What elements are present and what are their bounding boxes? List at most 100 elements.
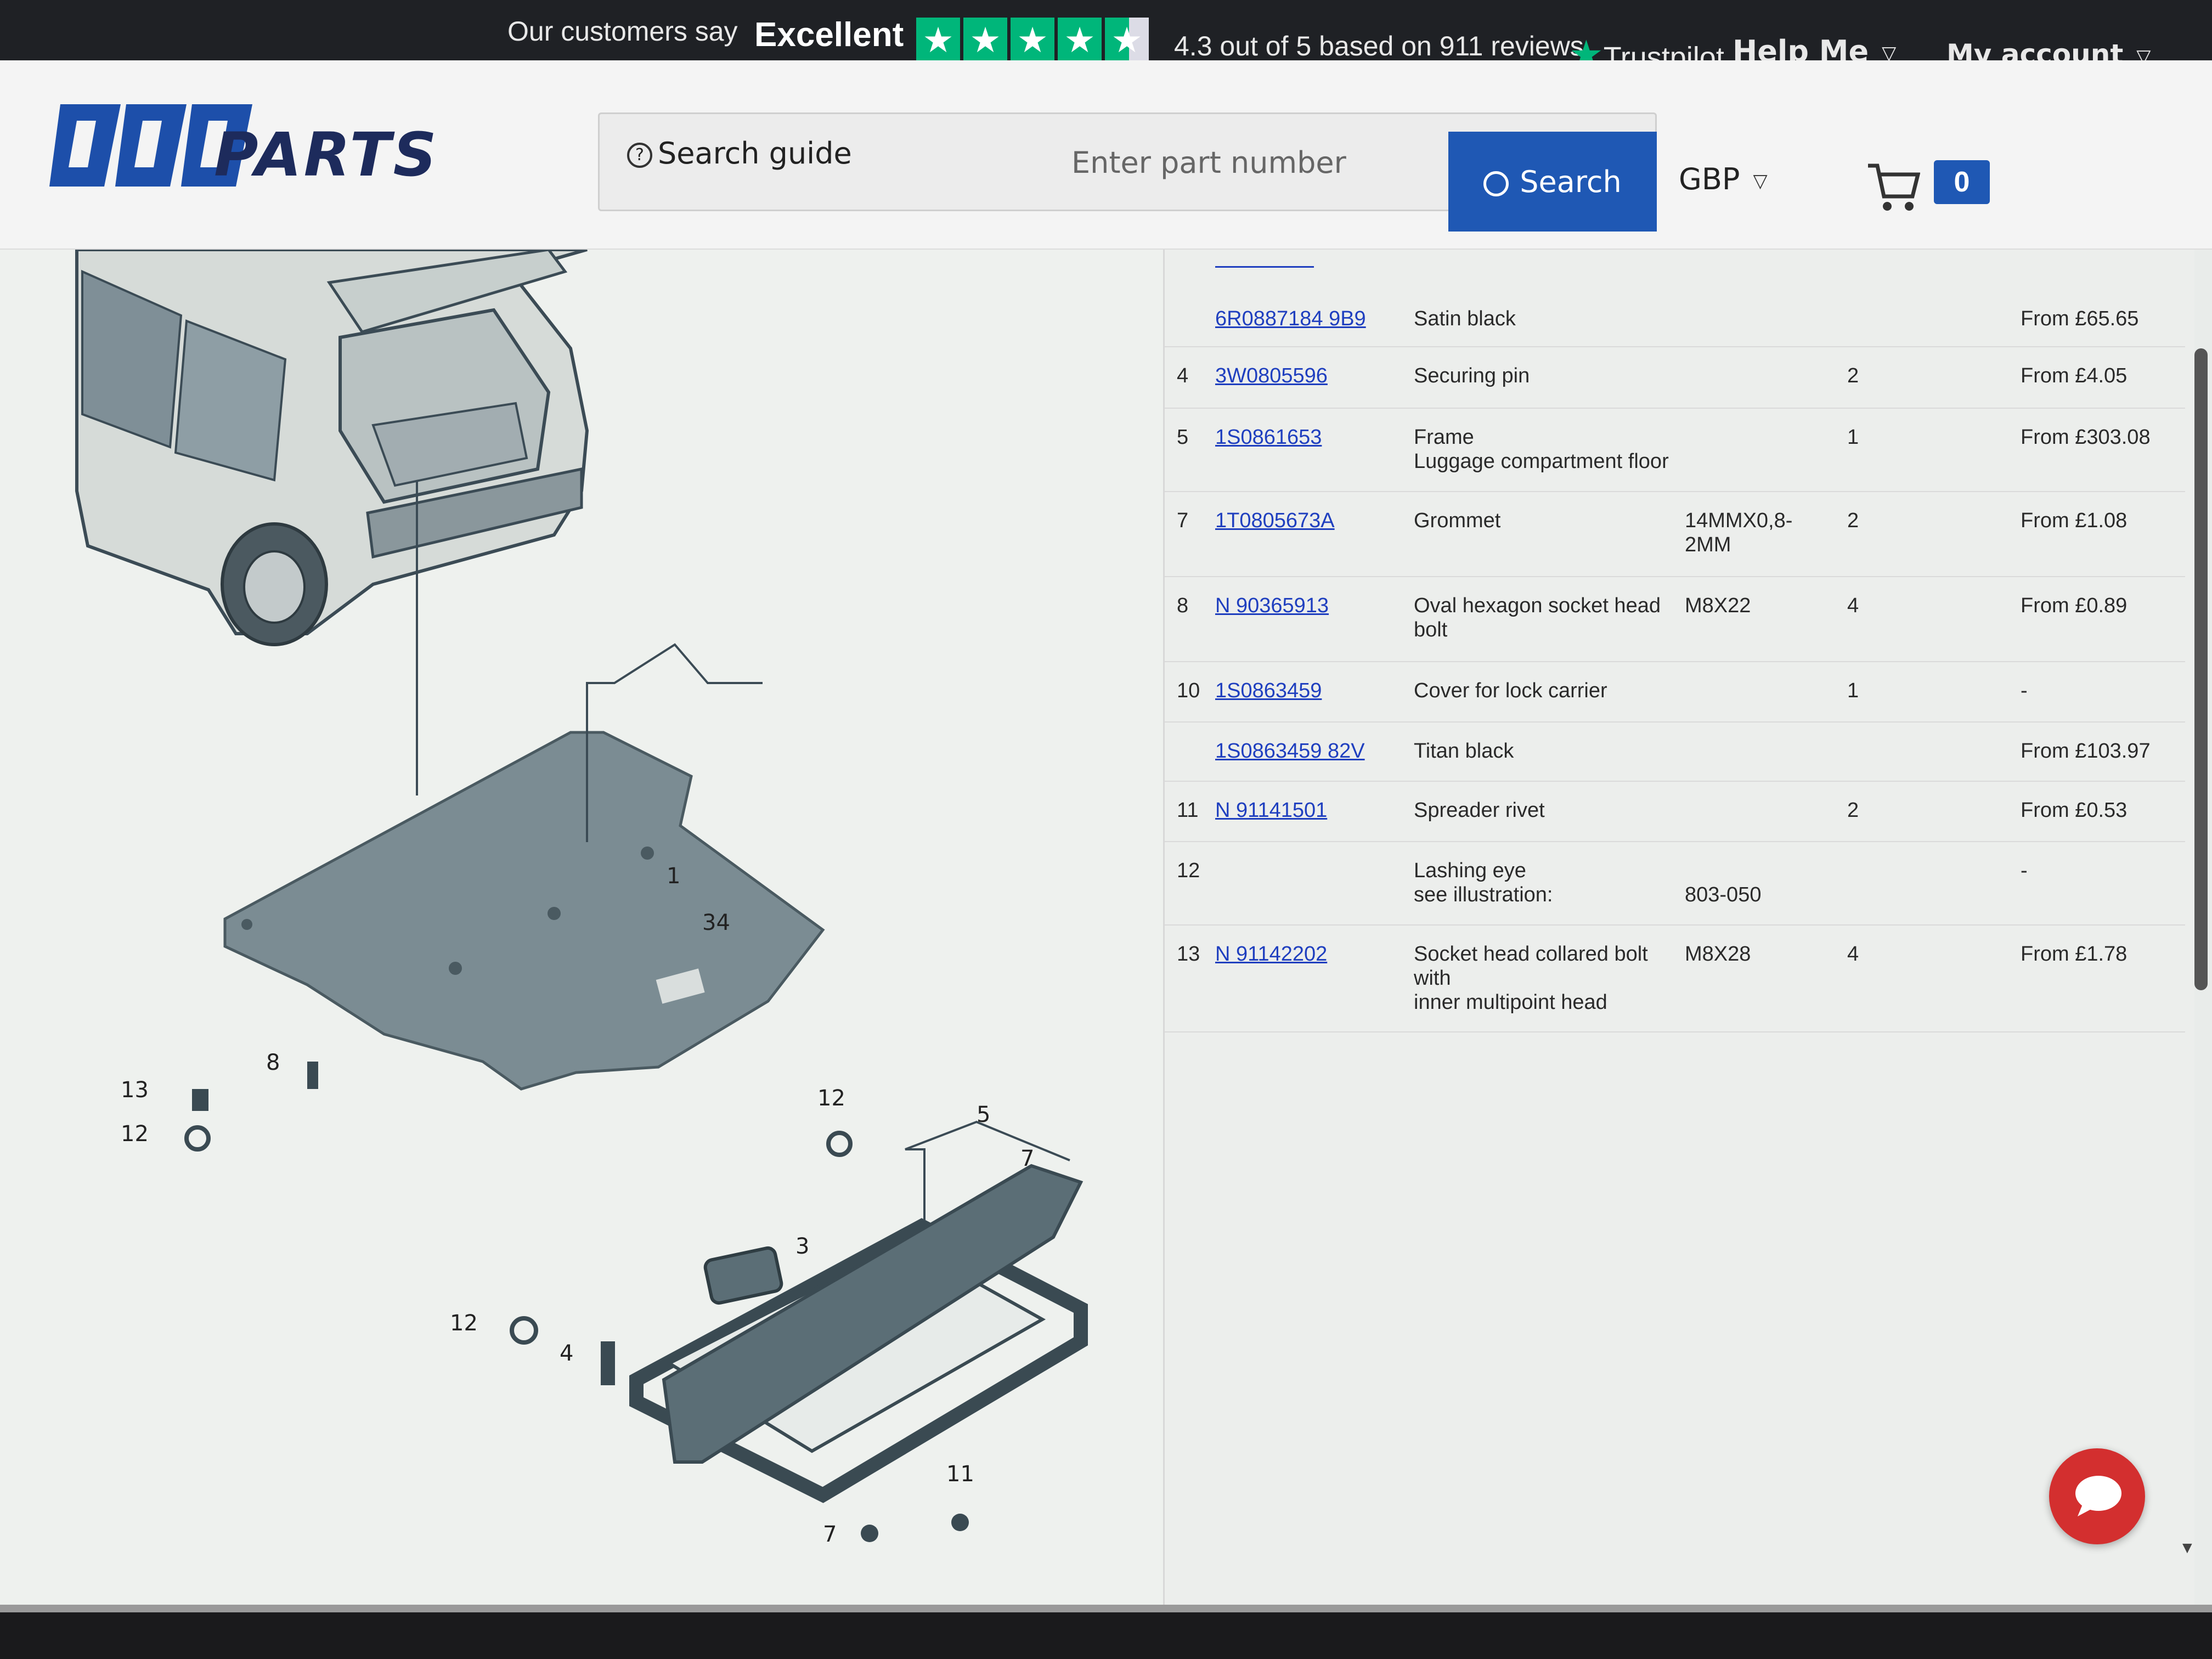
part-number-link[interactable]: 1T0805673A	[1215, 509, 1335, 533]
callout-11: 11	[946, 1462, 974, 1487]
lashing-eye	[184, 1125, 211, 1152]
securing-pin	[601, 1341, 615, 1385]
lashing-eye	[510, 1316, 538, 1345]
part-quantity: 2	[1847, 509, 1859, 532]
parts-content: 1 34 13 8 12 12 12 5 7 3 4 11 7 10 6R088…	[0, 250, 2212, 1652]
position-number: 11	[1177, 799, 1199, 822]
callout-34: 34	[702, 910, 730, 935]
parts-diagram: 1 34 13 8 12 12 12 5 7 3 4 11 7 10	[0, 250, 1163, 1605]
bolt-13	[192, 1089, 208, 1111]
table-row[interactable]: 10 1S0863459 Cover for lock carrier 1 -	[1165, 662, 2185, 723]
star-icon: ★	[963, 18, 1007, 63]
search-icon	[1483, 171, 1509, 196]
cart-count-badge[interactable]: 0	[1934, 160, 1990, 204]
cart-icon[interactable]	[1865, 159, 1920, 214]
callout-12: 12	[121, 1121, 149, 1147]
part-price: From £303.08	[2021, 426, 2151, 449]
part-price: From £0.89	[2021, 594, 2128, 617]
position-number: 12	[1177, 859, 1200, 882]
part-price: -	[2021, 679, 2028, 702]
position-number: 5	[1177, 426, 1189, 449]
part-price: From £65.65	[2021, 307, 2139, 330]
chat-button[interactable]	[2049, 1448, 2145, 1544]
part-number-link[interactable]: 1S0863459 82V	[1215, 739, 1365, 763]
part-quantity: 2	[1847, 364, 1859, 387]
part-number-link[interactable]: 6R0887184 9B9	[1215, 307, 1366, 331]
position-number: 10	[1177, 679, 1200, 702]
currency-selector[interactable]: GBP ▽	[1679, 162, 1768, 196]
car-illustration	[75, 250, 589, 646]
position-number: 13	[1177, 943, 1200, 966]
part-number-link[interactable]: 1S0863459	[1215, 679, 1322, 703]
part-number-link[interactable]: N 91141501	[1215, 798, 1327, 822]
scroll-down-arrow-icon[interactable]: ▼	[2179, 1539, 2196, 1558]
horizontal-scrollbar[interactable]	[0, 1605, 2212, 1612]
vertical-scrollbar[interactable]	[2194, 348, 2208, 990]
callout-8: 8	[266, 1050, 280, 1075]
part-description: Spreader rivet	[1414, 799, 1545, 822]
luggage-floor-panel	[223, 731, 825, 1091]
table-row	[1215, 266, 1314, 268]
lllparts-logo[interactable]: PARTS	[44, 99, 439, 208]
table-row[interactable]: 5 1S0861653 Frame Luggage compartment fl…	[1165, 409, 2185, 492]
callout-1: 1	[667, 864, 680, 889]
part-quantity: 4	[1847, 943, 1859, 966]
part-description: Satin black	[1414, 307, 1516, 330]
callout-5: 5	[977, 1102, 990, 1127]
review-score-text: 4.3 out of 5 based on 911 reviews	[1174, 31, 1584, 61]
callout-12: 12	[817, 1086, 845, 1111]
chevron-down-icon: ▽	[1753, 170, 1768, 193]
part-number-link[interactable]: N 91142202	[1215, 942, 1327, 966]
part-number-link[interactable]: 3W0805596	[1215, 364, 1328, 388]
part-description: Oval hexagon socket head bolt	[1414, 594, 1661, 641]
part-quantity: 1	[1847, 679, 1859, 702]
callout-7: 7	[1020, 1146, 1034, 1171]
table-row[interactable]: 6R0887184 9B9 Satin black From £65.65	[1165, 288, 2185, 347]
logo-text: PARTS	[214, 120, 439, 190]
trustpilot-stars: ★ ★ ★ ★ ★	[916, 18, 1149, 63]
part-info: M8X28	[1685, 943, 1751, 966]
part-price: -	[2021, 859, 2028, 882]
table-row[interactable]: 11 N 91141501 Spreader rivet 2 From £0.5…	[1165, 782, 2185, 842]
part-number-link[interactable]: 1S0861653	[1215, 425, 1322, 449]
part-info: 803-050	[1685, 883, 1762, 906]
part-price: From £103.97	[2021, 740, 2151, 763]
star-icon: ★	[916, 18, 960, 63]
part-quantity: 1	[1847, 426, 1859, 449]
rating-word: Excellent	[754, 16, 904, 54]
os-taskbar	[0, 1605, 2212, 1659]
table-row[interactable]: 7 1T0805673A Grommet 14MMX0,8- 2MM 2 Fro…	[1165, 492, 2185, 577]
callout-3: 3	[795, 1234, 809, 1259]
part-number-link[interactable]: N 90365913	[1215, 594, 1329, 618]
customers-say-text: Our customers say	[507, 16, 738, 47]
grommet	[861, 1525, 878, 1542]
part-info: M8X22	[1685, 594, 1751, 617]
question-circle-icon: ?	[627, 143, 652, 168]
table-row[interactable]: 4 3W0805596 Securing pin 2 From £4.05	[1165, 347, 2185, 409]
part-description: Frame Luggage compartment floor	[1414, 426, 1669, 473]
star-icon: ★	[1011, 18, 1054, 63]
part-price: From £1.08	[2021, 509, 2128, 532]
part-description: Securing pin	[1414, 364, 1530, 387]
parts-table: 6R0887184 9B9 Satin black From £65.65 4 …	[1163, 250, 2194, 1605]
table-row[interactable]: 8 N 90365913 Oval hexagon socket head bo…	[1165, 577, 2185, 662]
part-number-input[interactable]	[863, 129, 1494, 195]
part-info: 14MMX0,8- 2MM	[1685, 509, 1793, 556]
search-button-label: Search	[1520, 164, 1622, 199]
table-row[interactable]: 13 N 91142202 Socket head collared bolt …	[1165, 926, 2185, 1032]
part-description: Grommet	[1414, 509, 1501, 532]
table-row: 12 Lashing eye see illustration: 803-050…	[1165, 842, 2185, 926]
bolt-8	[307, 1062, 318, 1089]
callout-4: 4	[560, 1341, 573, 1366]
spreader-rivet	[951, 1514, 969, 1531]
lashing-eye	[826, 1131, 853, 1157]
part-quantity: 4	[1847, 594, 1859, 617]
position-number: 4	[1177, 364, 1189, 387]
search-button[interactable]: Search	[1448, 132, 1657, 232]
search-guide-link[interactable]: ? Search guide	[627, 136, 852, 171]
table-row[interactable]: 1S0863459 82V Titan black From £103.97	[1165, 723, 2185, 782]
callout-12: 12	[450, 1311, 478, 1336]
search-guide-label: Search guide	[658, 136, 852, 171]
position-number: 8	[1177, 594, 1189, 617]
part-price: From £1.78	[2021, 943, 2128, 966]
